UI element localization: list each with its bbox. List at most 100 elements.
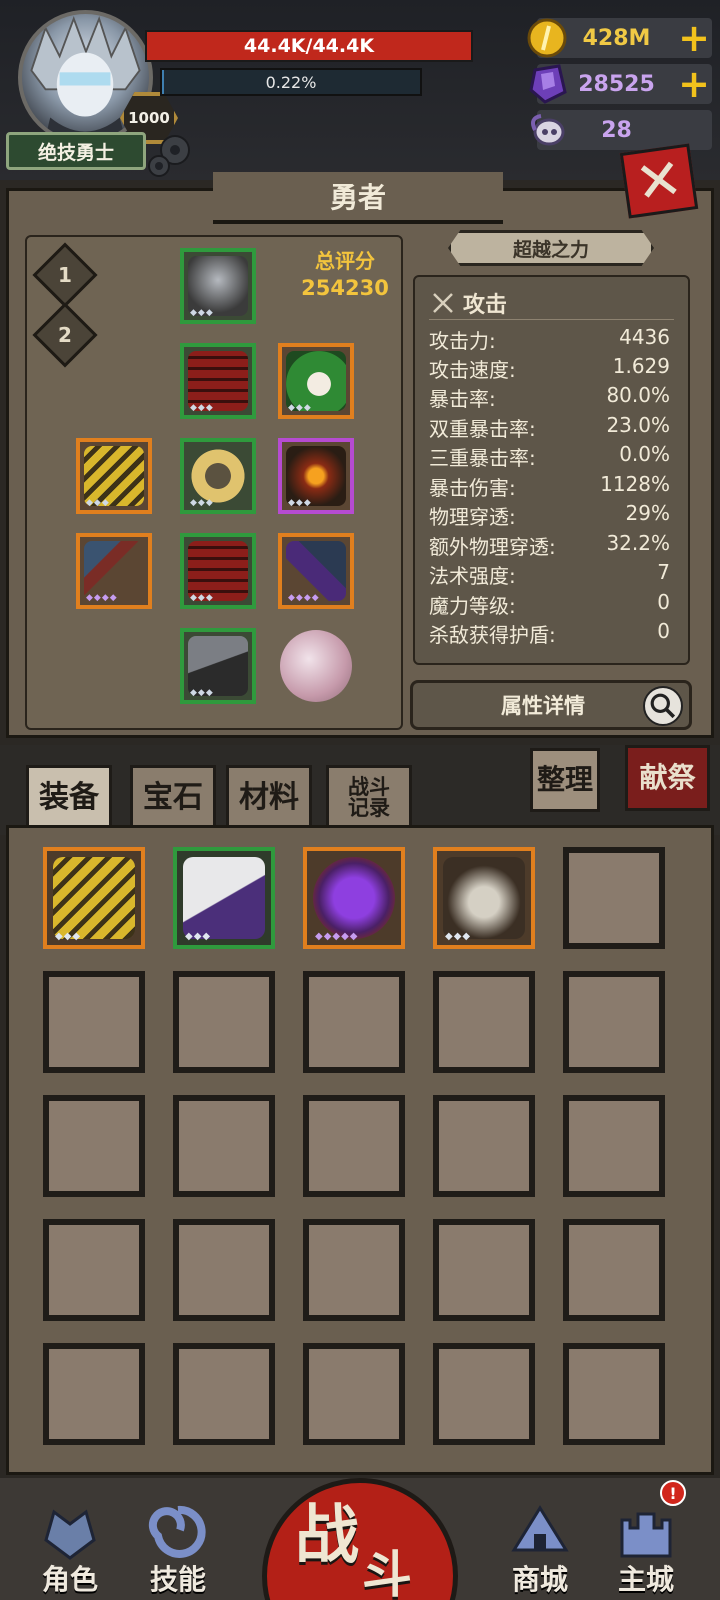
tab-equipment[interactable]: 装备 [26, 765, 112, 831]
empty-inventory-slot[interactable] [43, 1343, 145, 1445]
empty-inventory-slot[interactable] [303, 1343, 405, 1445]
player-title-banner[interactable]: 绝技勇士 [6, 132, 146, 170]
attribute-details-label: 属性详情 [501, 694, 585, 718]
gold-claw-icon [53, 857, 135, 939]
stat-value: 0 [657, 590, 670, 614]
equip-slot-helmet[interactable]: ◆◆◆ [180, 248, 256, 324]
equip-slot-weapon[interactable]: ◆◆◆◆ [76, 533, 152, 609]
stat-row: 额外物理穿透: 32.2% [429, 531, 670, 559]
tab-materials[interactable]: 材料 [226, 765, 312, 831]
nav-character[interactable]: 角色 [24, 1500, 116, 1600]
rice-dumpling-icon [286, 351, 346, 411]
add-gold-button[interactable]: + [676, 19, 712, 57]
deer-skull-icon [443, 857, 525, 939]
rarity-stars: ◆◆◆ [190, 308, 214, 318]
add-gem-button[interactable]: + [676, 65, 712, 103]
stats-section-title: 攻击 [463, 293, 508, 318]
stat-label: 攻击力: [429, 329, 496, 353]
close-button[interactable]: ✕ [619, 143, 699, 219]
sort-button[interactable]: 整理 [530, 748, 600, 812]
stat-row: 暴击伤害: 1128% [429, 472, 670, 500]
rarity-stars: ◆◆◆ [190, 403, 214, 413]
rarity-stars: ◆◆◆ [288, 498, 312, 508]
nav-shop-label: 商城 [511, 1563, 568, 1596]
empty-inventory-slot[interactable] [173, 971, 275, 1073]
inventory-item[interactable]: ◆◆◆ [43, 847, 145, 949]
stat-row: 暴击率: 80.0% [429, 383, 670, 411]
nav-main-city[interactable]: 主城 [600, 1500, 692, 1600]
empty-inventory-slot[interactable] [303, 1219, 405, 1321]
hp-text: 44.4K/44.4K [243, 35, 375, 57]
rarity-stars: ◆◆◆ [445, 931, 472, 942]
empty-inventory-slot[interactable] [173, 1219, 275, 1321]
empty-inventory-slot[interactable] [173, 1095, 275, 1197]
panel-title: 勇者 [213, 172, 503, 224]
purple-blade-icon [286, 541, 346, 601]
inventory-item[interactable]: ◆◆◆◆◆ [303, 847, 405, 949]
nav-shop[interactable]: 商城 [494, 1500, 586, 1600]
stat-label: 法术强度: [429, 564, 516, 588]
empty-inventory-slot[interactable] [433, 1219, 535, 1321]
equip-slot-offhand[interactable]: ◆◆◆ [278, 343, 354, 419]
rarity-stars: ◆◆◆◆ [288, 593, 320, 603]
empty-inventory-slot[interactable] [433, 1095, 535, 1197]
transcend-power-button[interactable]: 超越之力 [448, 230, 654, 266]
empty-inventory-slot[interactable] [43, 1219, 145, 1321]
tab-gems[interactable]: 宝石 [130, 765, 216, 831]
nav-skills[interactable]: 技能 [132, 1500, 224, 1600]
stat-label: 杀敌获得护盾: [429, 623, 556, 647]
equip-slot-ring[interactable]: ◆◆◆ [76, 438, 152, 514]
equip-slot-sword[interactable]: ◆◆◆◆ [278, 533, 354, 609]
empty-inventory-slot[interactable] [563, 1343, 665, 1445]
attribute-details-button[interactable]: 属性详情 [410, 680, 692, 730]
stat-value: 0 [657, 619, 670, 643]
close-icon: ✕ [631, 145, 687, 217]
ram-skull-icon [531, 114, 565, 146]
empty-inventory-slot[interactable] [173, 1343, 275, 1445]
empty-inventory-slot[interactable] [303, 971, 405, 1073]
empty-inventory-slot[interactable] [43, 1095, 145, 1197]
empty-inventory-slot[interactable] [303, 1095, 405, 1197]
tab-battle-log-line2: 记录 [348, 796, 390, 820]
empty-inventory-slot[interactable] [563, 1095, 665, 1197]
stat-label: 魔力等级: [429, 594, 516, 618]
battle-label: 斗 [362, 1546, 412, 1600]
tent-icon [511, 1505, 569, 1552]
settings-gear-icon[interactable] [145, 128, 197, 180]
rarity-stars: ◆◆◆ [190, 593, 214, 603]
tab-battle-log[interactable]: 战斗 记录 [326, 765, 412, 831]
tab-battle-log-line1: 战斗 [348, 775, 390, 799]
swirl-icon [148, 1505, 206, 1558]
equip-slot-amulet[interactable]: ◆◆◆ [278, 438, 354, 514]
stats-panel[interactable]: 攻击 攻击力: 4436 攻击速度: 1.629 暴击率: 80.0% 双重暴击率: 2… [413, 275, 690, 665]
empty-inventory-slot[interactable] [43, 971, 145, 1073]
equip-slot-pet[interactable] [278, 628, 354, 704]
nav-skills-label: 技能 [149, 1563, 206, 1596]
helmet-icon [188, 256, 248, 316]
offering-button[interactable]: 献祭 [625, 745, 710, 811]
red-pants-icon [188, 541, 248, 601]
equip-slot-armor[interactable]: ◆◆◆ [180, 343, 256, 419]
stat-row: 物理穿透: 29% [429, 501, 670, 529]
rarity-stars: ◆◆◆ [190, 498, 214, 508]
empty-inventory-slot[interactable] [563, 847, 665, 949]
xp-bar: 0.22% [160, 68, 422, 96]
stat-value: 29% [625, 501, 670, 525]
empty-inventory-slot[interactable] [433, 1343, 535, 1445]
stat-value: 80.0% [606, 383, 670, 407]
loadout-label: 2 [58, 322, 72, 347]
equip-slot-belt[interactable]: ◆◆◆ [180, 438, 256, 514]
purple-shield-icon [313, 857, 395, 939]
empty-inventory-slot[interactable] [563, 971, 665, 1073]
purple-crystal-icon [529, 64, 567, 104]
search-icon [643, 686, 683, 726]
inventory-item[interactable]: ◆◆◆ [173, 847, 275, 949]
equip-slot-pants[interactable]: ◆◆◆ [180, 533, 256, 609]
stat-label: 攻击速度: [429, 358, 516, 382]
stat-label: 额外物理穿透: [429, 535, 556, 559]
equip-slot-boots[interactable]: ◆◆◆ [180, 628, 256, 704]
stat-label: 暴击率: [429, 387, 496, 411]
empty-inventory-slot[interactable] [433, 971, 535, 1073]
inventory-item[interactable]: ◆◆◆ [433, 847, 535, 949]
empty-inventory-slot[interactable] [563, 1219, 665, 1321]
